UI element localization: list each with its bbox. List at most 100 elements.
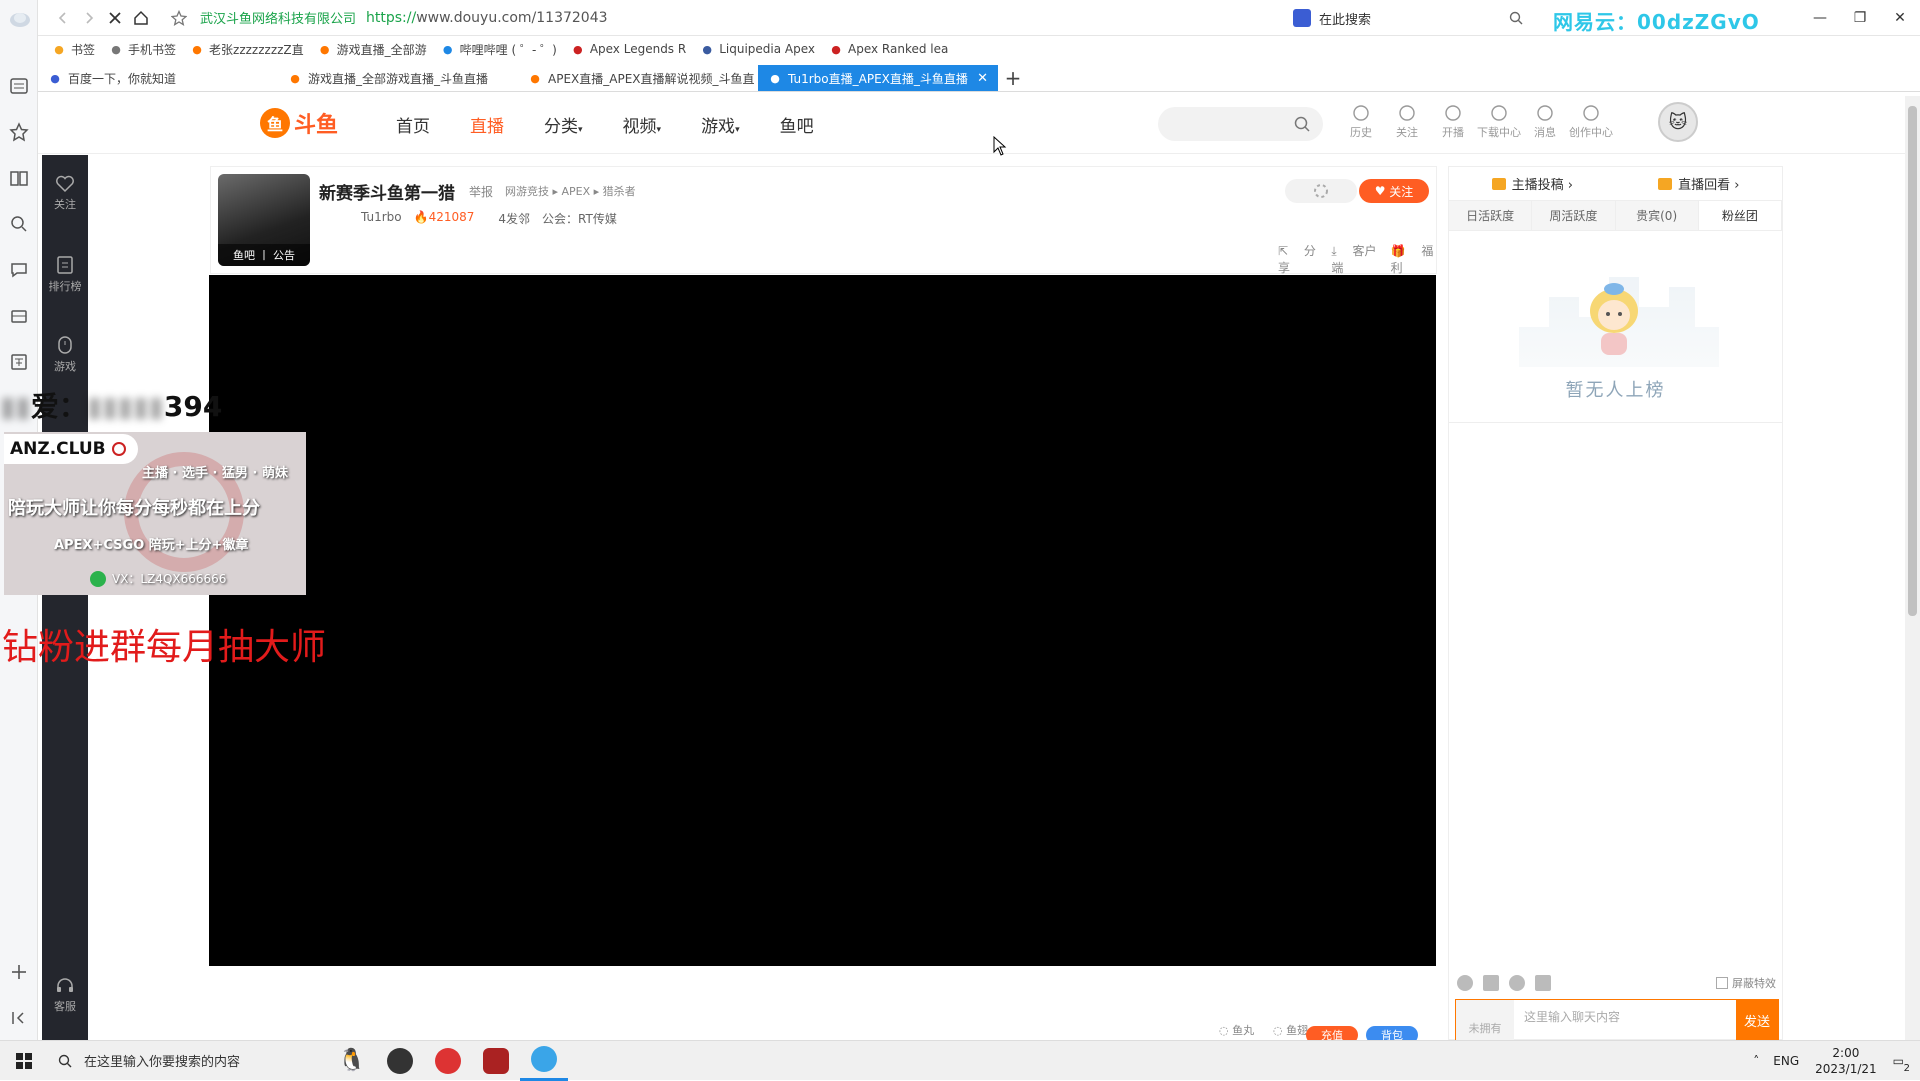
- left-nav-ranking[interactable]: 排行榜: [42, 255, 88, 294]
- collapse-sidebar-icon[interactable]: [9, 1008, 29, 1028]
- bookmark-item[interactable]: ● Apex Legends R: [571, 42, 686, 56]
- forward-icon[interactable]: [76, 5, 102, 31]
- language-indicator[interactable]: ENG: [1773, 1054, 1799, 1068]
- url-field[interactable]: https://www.douyu.com/11372043: [366, 10, 608, 26]
- header-icon-button[interactable]: 开播: [1430, 104, 1476, 140]
- anchor-avatar[interactable]: 鱼吧 丨 公告: [218, 174, 310, 266]
- nav-item[interactable]: 直播: [470, 112, 504, 137]
- back-icon[interactable]: [50, 5, 76, 31]
- bookmark-item[interactable]: ● 老张zzzzzzzzZ直: [190, 41, 303, 58]
- taskbar-netease-music-app[interactable]: [424, 1041, 472, 1081]
- inbox-icon[interactable]: [9, 306, 29, 326]
- anchor-submit-link[interactable]: 主播投稿 ›: [1449, 167, 1616, 200]
- close-button[interactable]: ✕: [1880, 10, 1920, 26]
- panel-tab[interactable]: 贵宾(0): [1616, 201, 1699, 230]
- start-button[interactable]: [0, 1041, 48, 1081]
- anchor-name[interactable]: Tu1rbo: [361, 210, 402, 227]
- replay-link[interactable]: 直播回看 ›: [1616, 167, 1783, 200]
- panel-tab[interactable]: 粉丝团: [1698, 201, 1782, 230]
- home-icon[interactable]: [128, 5, 154, 31]
- header-icon-button[interactable]: 关注: [1384, 104, 1430, 140]
- browser-tab[interactable]: ● 百度一下，你就知道: [38, 65, 278, 91]
- video-player[interactable]: [209, 275, 1436, 966]
- taskbar-qq-app[interactable]: 🐧: [328, 1041, 376, 1081]
- bookmark-item[interactable]: ● Liquipedia Apex: [700, 42, 815, 56]
- panel-tab[interactable]: 周活跃度: [1532, 201, 1616, 230]
- avatar-links[interactable]: 鱼吧 丨 公告: [218, 244, 310, 266]
- taskbar-browser-app[interactable]: [520, 1041, 568, 1081]
- bookmark-item[interactable]: ● 书签: [52, 41, 95, 58]
- bookmark-item[interactable]: ● Apex Ranked lea: [829, 42, 948, 56]
- browser-tab[interactable]: ● Tu1rbo直播_APEX直播_斗鱼直播 ✕: [758, 65, 998, 91]
- left-nav-follow[interactable]: 关注: [42, 175, 88, 212]
- new-tab-button[interactable]: +: [998, 65, 1028, 91]
- chat-icon[interactable]: [9, 260, 29, 280]
- header-icon-button[interactable]: 消息: [1522, 104, 1568, 140]
- search-icon[interactable]: [9, 214, 29, 234]
- browser-logo-icon[interactable]: [9, 8, 30, 28]
- nav-item[interactable]: 分类▾: [544, 112, 583, 137]
- notification-icon[interactable]: ▭ 2: [1893, 1054, 1910, 1074]
- header-icon-button[interactable]: 下载中心: [1476, 104, 1522, 140]
- client-button[interactable]: ⤓ 客户端: [1331, 242, 1378, 276]
- crown-icon[interactable]: [1535, 975, 1551, 991]
- browser-search-box[interactable]: 在此搜索: [1293, 4, 1523, 32]
- restore-button[interactable]: ❐: [1840, 10, 1880, 26]
- send-button[interactable]: 发送: [1736, 1000, 1778, 1040]
- speaker-icon[interactable]: [1509, 975, 1525, 991]
- translate-icon[interactable]: [9, 352, 29, 372]
- taskbar-apex-app[interactable]: [472, 1041, 520, 1081]
- scrollbar-thumb[interactable]: [1908, 106, 1917, 616]
- ad-banner[interactable]: ANZ.CLUB 主播 · 选手 · 猛男 · 萌妹 陪玩大师让你每分每秒都在上…: [4, 432, 306, 595]
- emoji-icon[interactable]: [1457, 975, 1473, 991]
- stop-icon[interactable]: [102, 5, 128, 31]
- panel-tab[interactable]: 日活跃度: [1449, 201, 1533, 230]
- nav-item[interactable]: 首页: [396, 112, 430, 137]
- user-avatar[interactable]: 🐱: [1658, 102, 1698, 142]
- header-icon-button[interactable]: 创作中心: [1568, 104, 1614, 140]
- search-icon[interactable]: [1509, 11, 1523, 25]
- share-button[interactable]: ⇱ 分享: [1278, 242, 1319, 276]
- left-nav-games[interactable]: 游戏: [42, 335, 88, 374]
- room-category[interactable]: 网游竞技 ▸ APEX ▸ 猎杀者: [505, 183, 636, 199]
- browser-search-placeholder: 在此搜索: [1319, 12, 1372, 28]
- message-icon[interactable]: [1483, 975, 1499, 991]
- bookmark-star-icon[interactable]: [166, 5, 192, 31]
- chat-input[interactable]: 这里输入聊天内容: [1514, 1000, 1736, 1040]
- book-icon[interactable]: [9, 168, 29, 188]
- room-meta: Tu1rbo 🔥421087 4发邻 公会：RT传媒: [361, 210, 629, 227]
- close-tab-icon[interactable]: ✕: [977, 71, 988, 86]
- bookmark-item[interactable]: ● 游戏直播_全部游: [318, 41, 427, 58]
- bookmark-item[interactable]: ● 手机书签: [109, 41, 176, 58]
- clock[interactable]: 2:00 2023/1/21: [1815, 1045, 1877, 1077]
- browser-tab[interactable]: ● APEX直播_APEX直播解说视频_斗鱼直: [518, 65, 758, 91]
- tray-expand-icon[interactable]: ˄: [1753, 1054, 1759, 1068]
- browser-tab[interactable]: ● 游戏直播_全部游戏直播_斗鱼直播: [278, 65, 518, 91]
- header-icon-button[interactable]: 历史: [1338, 104, 1384, 140]
- system-tray: ˄ ENG 2:00 2023/1/21 ▭ 2: [1753, 1041, 1920, 1081]
- taskbar-search[interactable]: 在这里输入你要搜索的内容: [48, 1041, 328, 1081]
- bookmark-item[interactable]: ● 哔哩哔哩 ( ゜- ゜): [441, 41, 557, 58]
- nav-item[interactable]: 游戏▾: [701, 112, 740, 137]
- follow-button[interactable]: ♥ 关注: [1359, 179, 1429, 203]
- guild-info[interactable]: 公会：RT传媒: [542, 210, 617, 227]
- minimize-button[interactable]: —: [1800, 10, 1840, 26]
- reader-icon[interactable]: [9, 76, 29, 96]
- welfare-button[interactable]: 🎁 福利: [1391, 242, 1436, 276]
- report-link[interactable]: 举报: [469, 183, 493, 200]
- nav-item[interactable]: 鱼吧: [780, 112, 814, 137]
- site-nav: 首页 直播 分类▾ 视频▾ 游戏▾ 鱼吧: [396, 112, 854, 137]
- douyu-logo[interactable]: 鱼 斗鱼: [260, 107, 338, 139]
- mask-effects-toggle[interactable]: 屏蔽特效: [1716, 975, 1776, 991]
- nav-item[interactable]: 视频▾: [623, 112, 662, 137]
- search-icon[interactable]: [1293, 115, 1311, 133]
- checkbox[interactable]: [1716, 977, 1728, 989]
- site-search-input[interactable]: [1158, 107, 1323, 141]
- taskbar-obs-app[interactable]: [376, 1041, 424, 1081]
- favorites-star-icon[interactable]: [9, 122, 29, 142]
- fan-badge[interactable]: 未拥有: [1456, 1000, 1514, 1040]
- site-header: 鱼 斗鱼 首页 直播 分类▾ 视频▾ 游戏▾ 鱼吧 历史 关注 开播 下载中心 消息 创作中心 🐱: [38, 92, 1920, 154]
- left-nav-support[interactable]: 客服: [42, 977, 88, 1014]
- page-scrollbar[interactable]: [1905, 96, 1920, 1040]
- add-icon[interactable]: [9, 962, 29, 982]
